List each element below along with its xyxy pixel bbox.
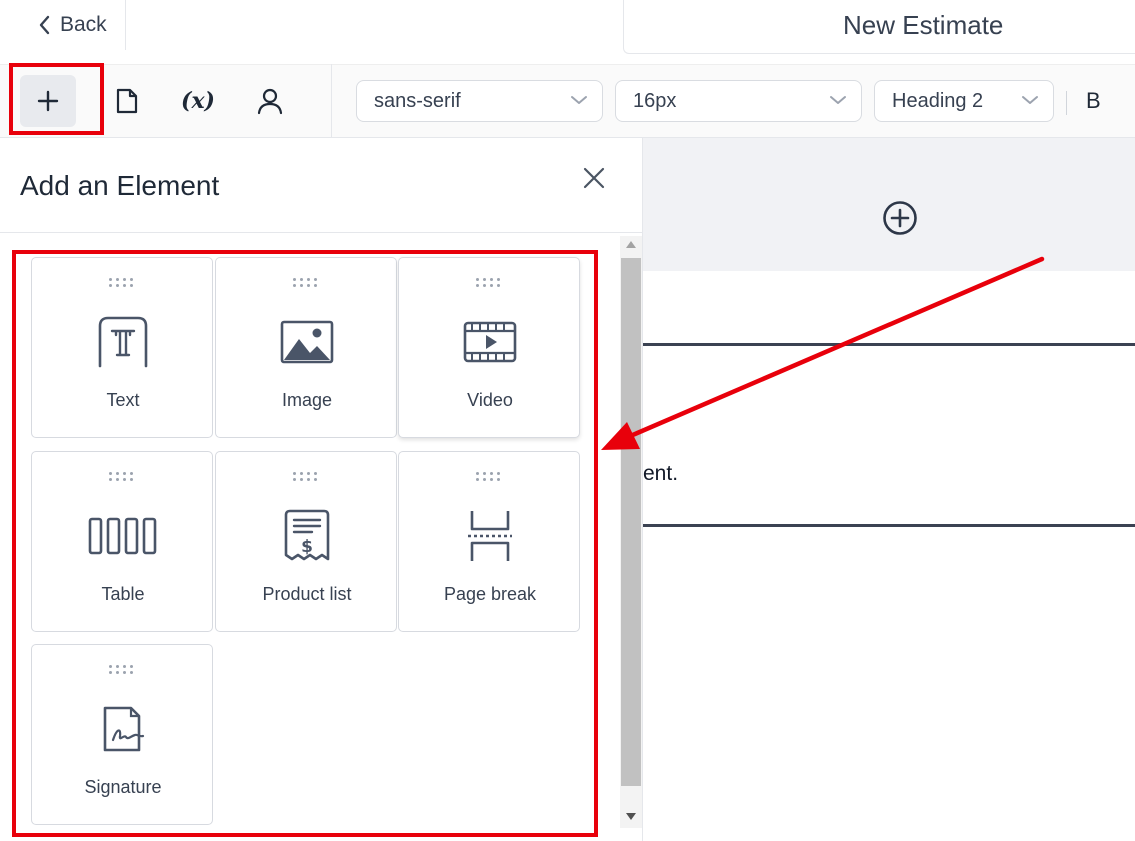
recipient-button[interactable] (242, 75, 298, 127)
block-style-value: Heading 2 (892, 89, 984, 112)
annotation-highlight-elements (12, 250, 598, 837)
user-icon (257, 88, 283, 115)
back-label: Back (60, 13, 107, 36)
scroll-up-arrow[interactable] (626, 241, 636, 248)
chevron-down-icon (1022, 96, 1038, 104)
font-family-value: sans-serif (374, 89, 461, 112)
font-size-value: 16px (633, 89, 677, 112)
variable-icon: (x) (181, 88, 215, 114)
chevron-down-icon (571, 96, 587, 104)
page-title[interactable]: New Estimate (843, 10, 1003, 41)
scroll-down-arrow[interactable] (626, 813, 636, 820)
toolbar-divider (1066, 91, 1067, 115)
font-family-select[interactable]: sans-serif (356, 80, 603, 122)
add-section-icon[interactable] (881, 199, 919, 237)
document-icon (116, 88, 138, 114)
document-divider (643, 524, 1135, 527)
toolbar-divider (331, 64, 332, 138)
document-divider (643, 343, 1135, 346)
chevron-left-icon (39, 15, 50, 35)
block-style-select[interactable]: Heading 2 (874, 80, 1054, 122)
panel-divider (0, 232, 643, 233)
font-size-select[interactable]: 16px (615, 80, 862, 122)
close-icon[interactable] (582, 166, 606, 190)
document-text[interactable]: ent. (643, 462, 678, 486)
top-bar: Back New Estimate (0, 0, 1135, 64)
back-button[interactable]: Back (0, 0, 126, 50)
bold-button[interactable]: B (1086, 88, 1101, 114)
scrollbar-thumb[interactable] (621, 258, 641, 786)
annotation-highlight-add-button (9, 63, 104, 135)
editor-toolbar: (x) sans-serif 16px Heading 2 B (0, 64, 1135, 138)
variables-button[interactable]: (x) (170, 75, 226, 127)
chevron-down-icon (830, 96, 846, 104)
panel-title: Add an Element (20, 170, 220, 201)
document-button[interactable] (99, 75, 155, 127)
